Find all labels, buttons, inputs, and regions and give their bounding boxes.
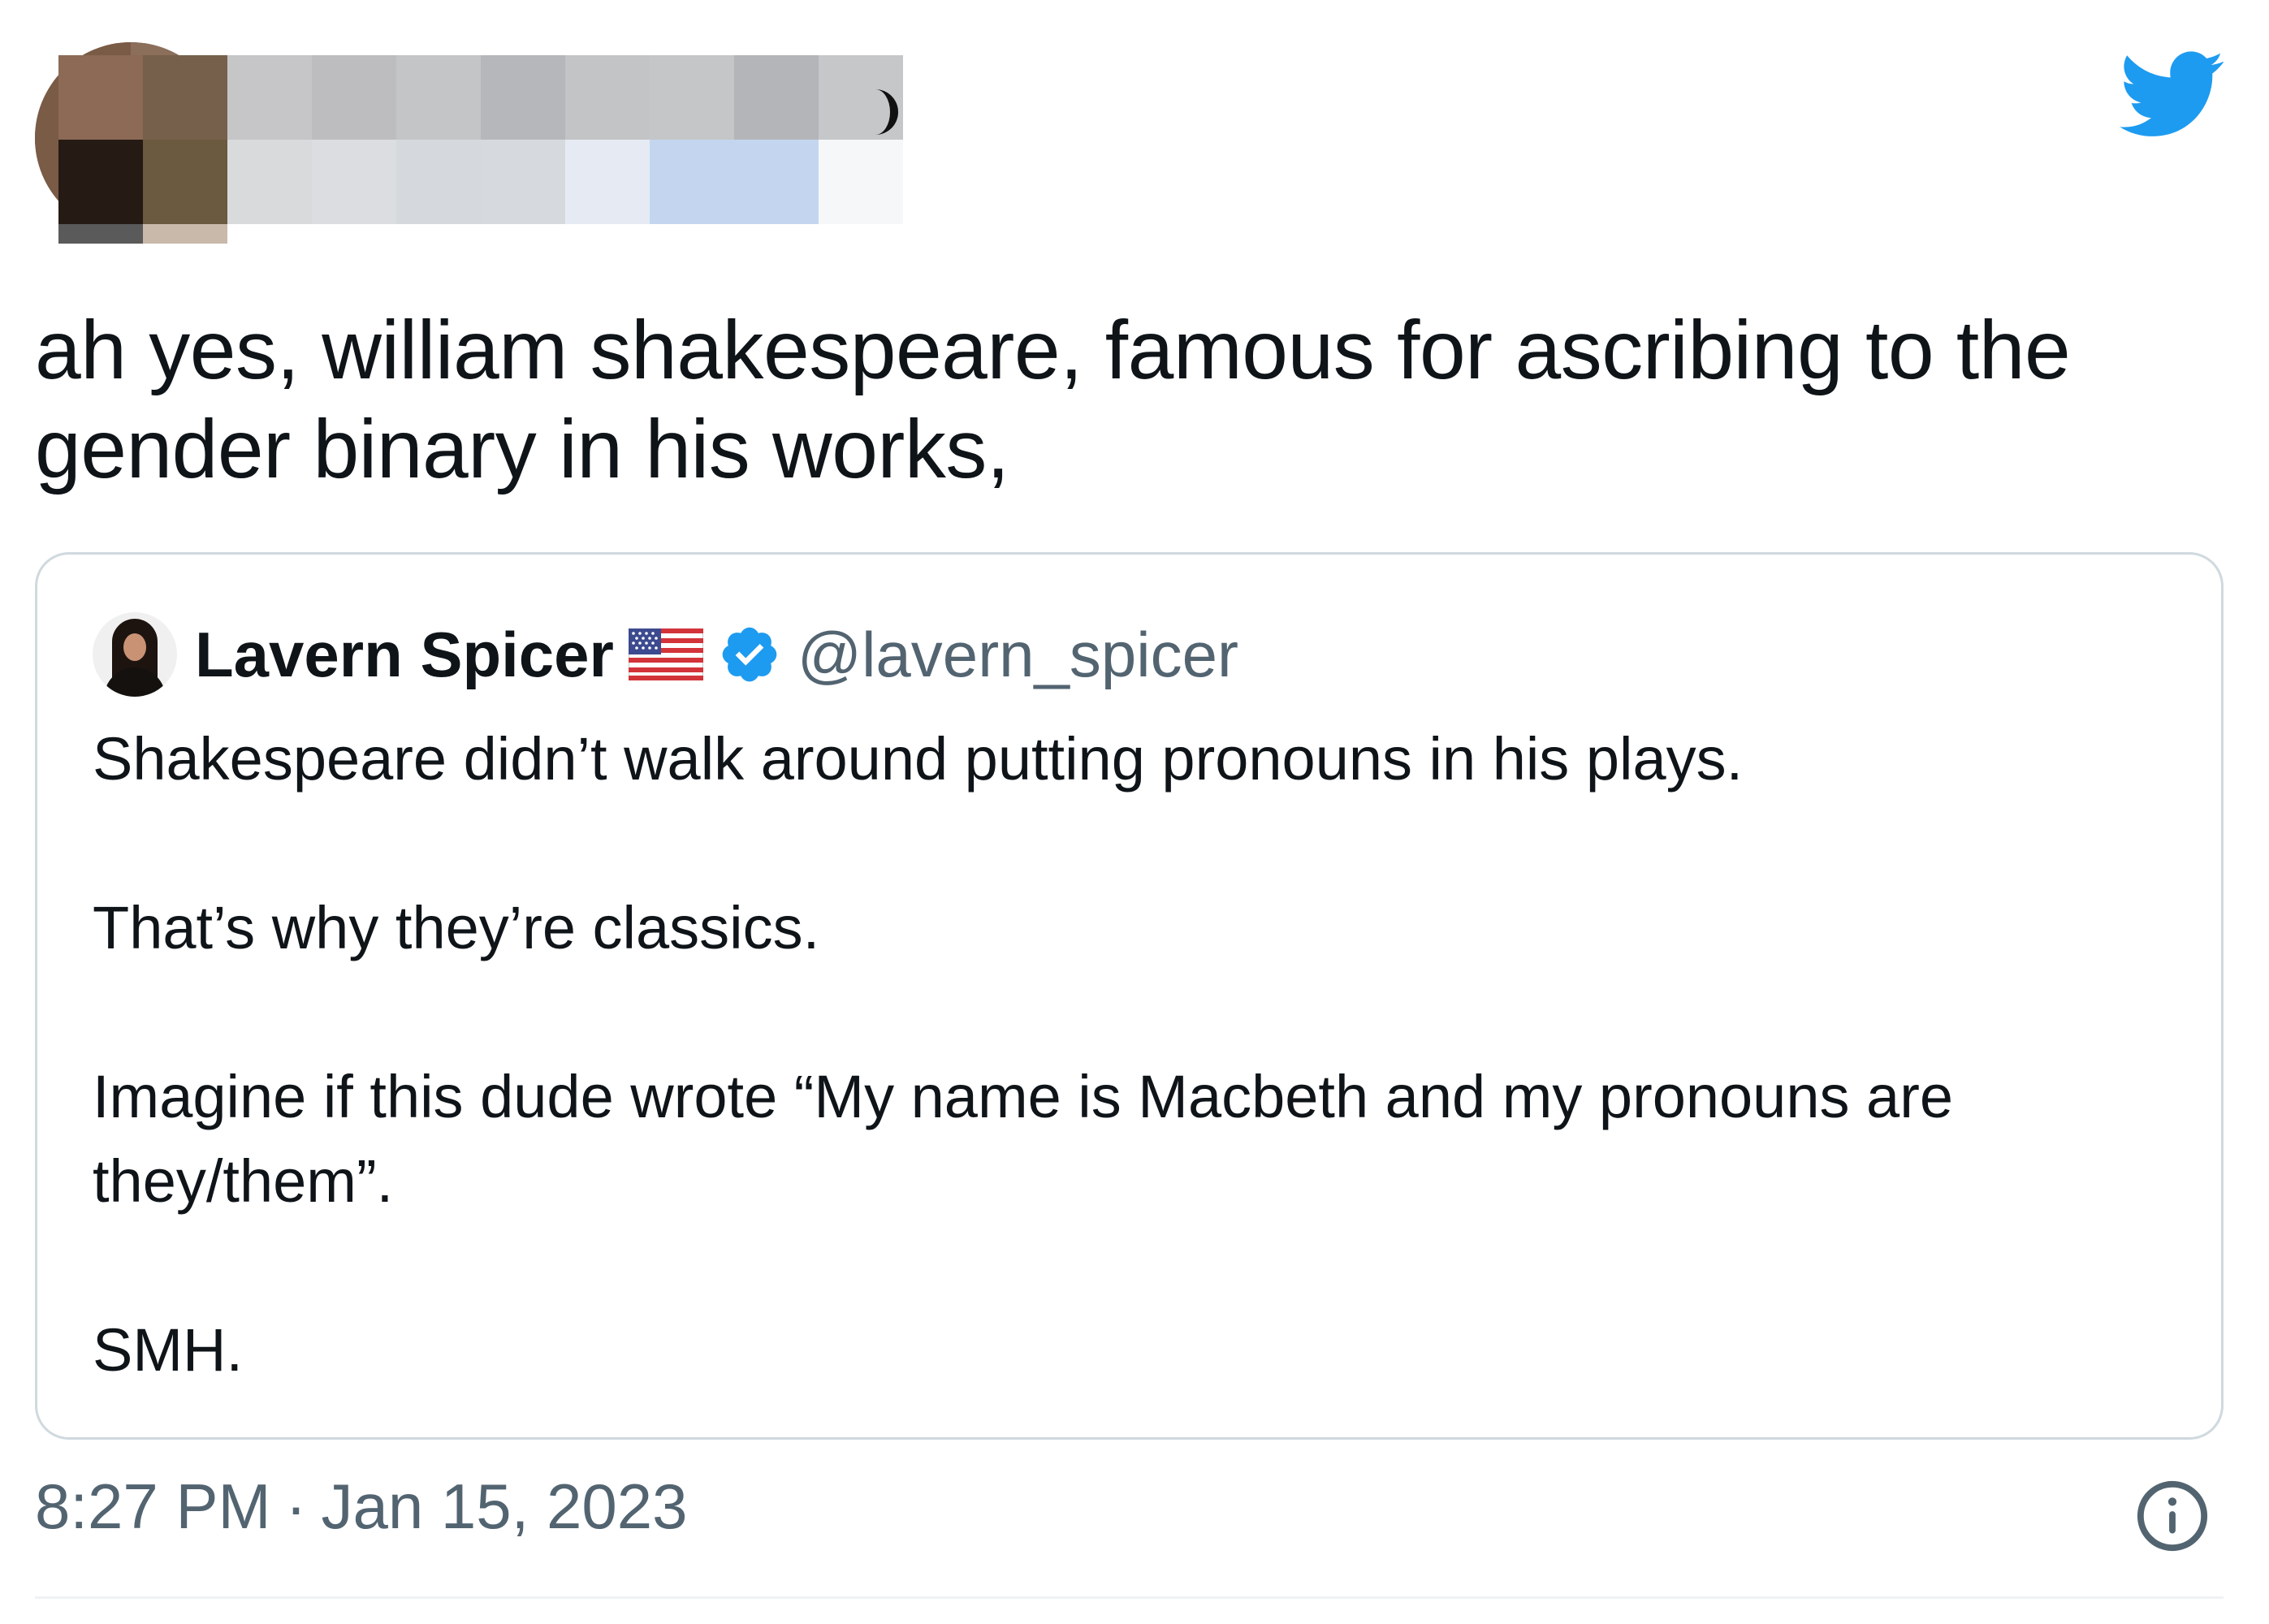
quoted-tweet-header: Lavern Spicer @lavern_spicer [93,610,1238,699]
tweet-time[interactable]: 8:27 PM [35,1470,270,1544]
quoted-paragraph: Imagine if this dude wrote “My name is M… [93,1063,1954,1215]
quoted-tweet[interactable]: Lavern Spicer @lavern_spicer Shakespeare… [35,552,2224,1440]
censored-author-name [58,55,903,309]
tweet-text: ah yes, william shakespeare, famous for … [35,304,2071,495]
quoted-tweet-body: Shakespeare didn’t walk around putting p… [93,717,2172,1393]
quoted-paragraph: SMH. [93,1316,243,1384]
tweet: ah yes, william shakespeare, famous for … [0,0,2269,1624]
info-icon[interactable] [2134,1478,2211,1554]
twitter-bird-icon[interactable] [2120,50,2225,140]
quoted-author-handle[interactable]: @lavern_spicer [797,618,1238,692]
timestamp-separator: · [285,1471,307,1542]
quoted-paragraph: Shakespeare didn’t walk around putting p… [93,725,1744,793]
divider [35,1596,2224,1599]
verified-badge-icon [722,627,777,682]
us-flag-icon [628,628,703,680]
quoted-author-name[interactable]: Lavern Spicer [195,618,614,692]
tweet-timestamp[interactable]: 8:27 PM · Jan 15, 2023 [35,1470,688,1544]
quoted-paragraph: That’s why they’re classics. [93,894,820,961]
quoted-author-avatar[interactable] [93,612,177,697]
tweet-date[interactable]: Jan 15, 2023 [321,1470,687,1544]
